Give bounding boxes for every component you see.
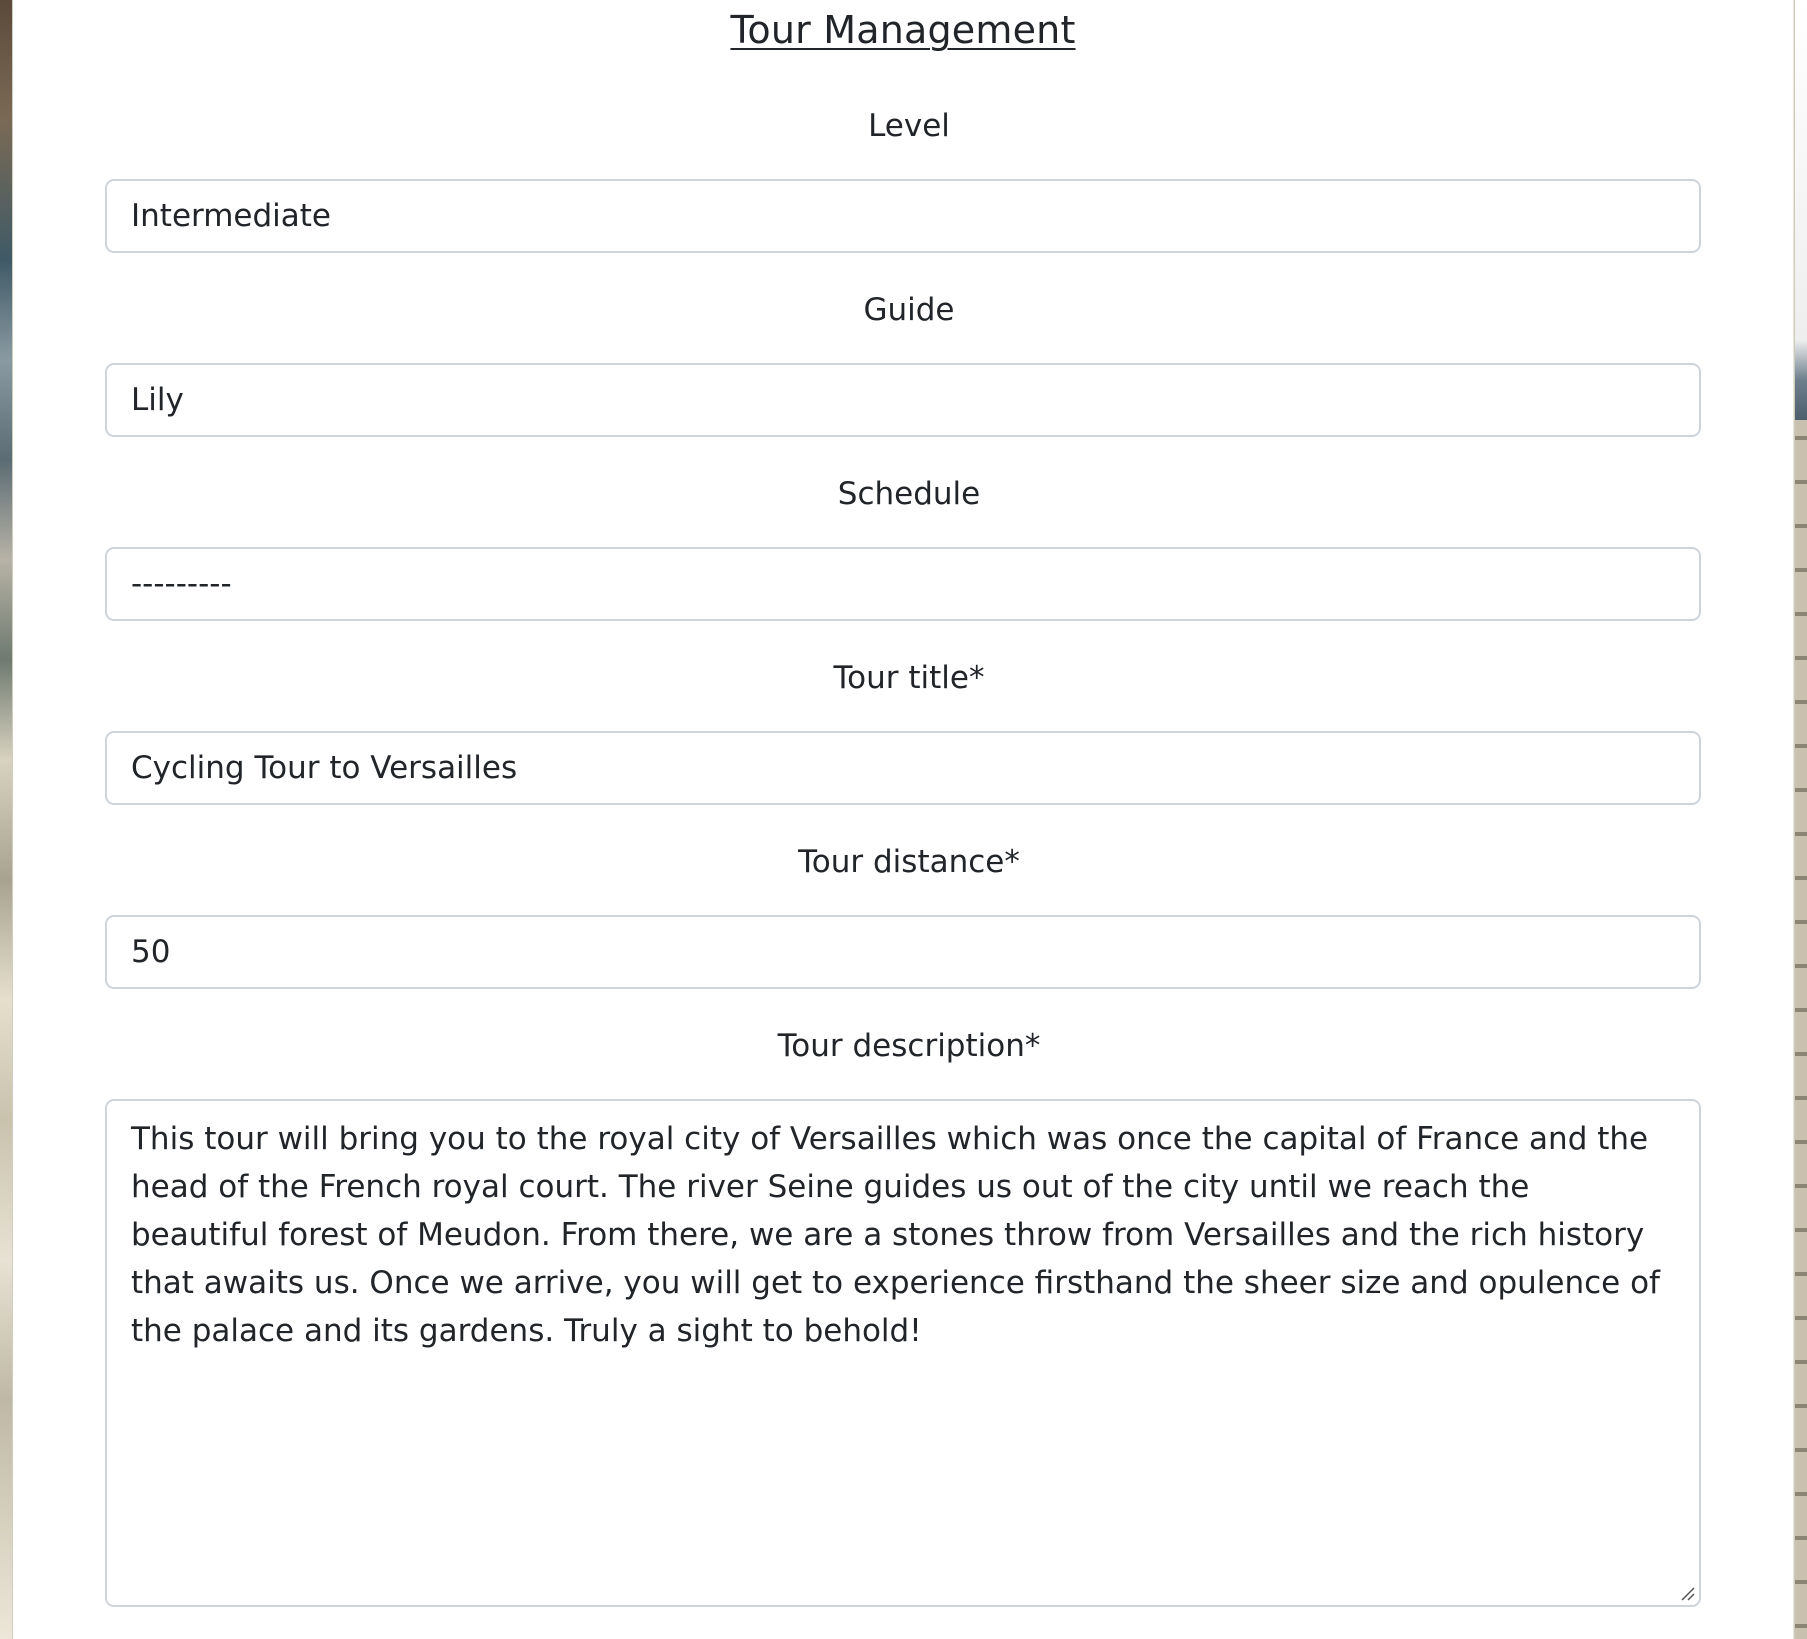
guide-label: Guide [863, 292, 955, 328]
tour-description-textarea[interactable]: This tour will bring you to the royal ci… [105, 1099, 1701, 1607]
tour-distance-label: Tour distance* [798, 844, 1020, 880]
schedule-label: Schedule [837, 476, 981, 512]
resize-handle-icon[interactable] [1679, 1585, 1695, 1601]
tour-title-input[interactable]: Cycling Tour to Versailles [105, 731, 1701, 805]
form-panel: Tour Management Level Intermediate Guide… [13, 0, 1793, 1639]
tour-title-label: Tour title* [833, 660, 985, 696]
background-photo-left [0, 0, 13, 1639]
tour-description-text: This tour will bring you to the royal ci… [131, 1121, 1660, 1349]
guide-select[interactable]: Lily [105, 363, 1701, 437]
page-title: Tour Management [730, 8, 1076, 52]
schedule-select[interactable]: --------- [105, 547, 1701, 621]
tour-description-label: Tour description* [777, 1028, 1041, 1064]
background-photo-right [1794, 0, 1807, 1639]
level-label: Level [868, 108, 950, 144]
tour-distance-input[interactable]: 50 [105, 915, 1701, 989]
level-select[interactable]: Intermediate [105, 179, 1701, 253]
